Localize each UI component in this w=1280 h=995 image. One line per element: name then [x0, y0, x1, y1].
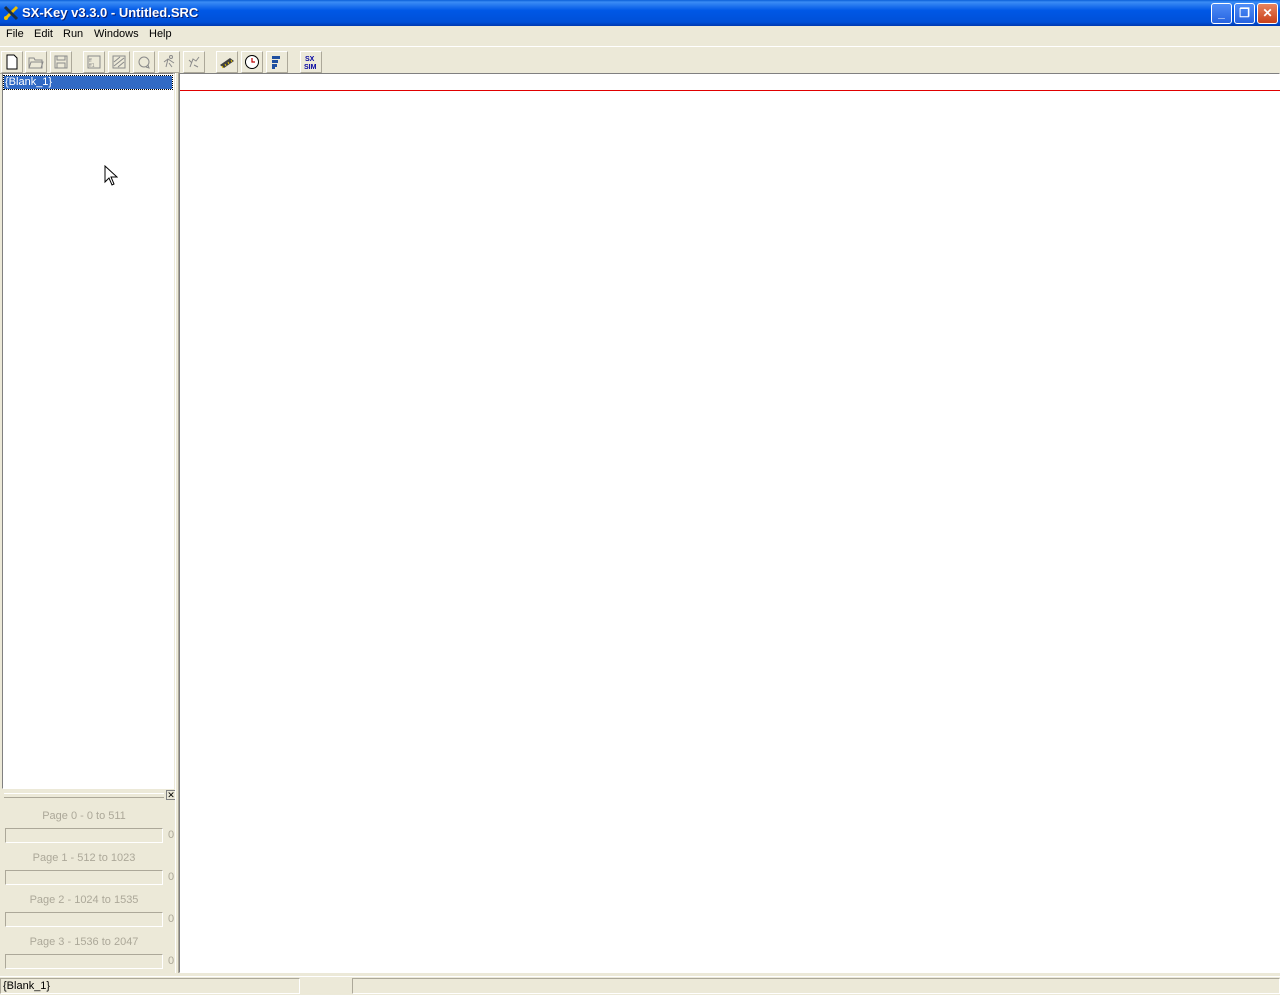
device-button[interactable] [216, 51, 238, 73]
page-1-label: Page 1 - 512 to 1023 [32, 852, 136, 864]
debug-button[interactable] [183, 51, 205, 73]
assemble-button[interactable]: ff ff1 [83, 51, 105, 73]
dock-grip[interactable] [4, 793, 164, 798]
run-button[interactable] [158, 51, 180, 73]
toolbar: ff ff1 SX SIM [0, 46, 1280, 74]
project-tree[interactable]: {Blank_1} [2, 73, 174, 789]
page-3-label: Page 3 - 1536 to 2047 [29, 936, 139, 948]
close-button[interactable]: ✕ [1257, 3, 1278, 24]
save-file-button[interactable] [50, 51, 72, 73]
debug-icon [188, 56, 200, 68]
svg-text:SIM: SIM [304, 64, 317, 70]
program-icon [112, 55, 126, 69]
memory-panel-header: ✕ [2, 790, 176, 802]
list-button[interactable] [266, 51, 288, 73]
svg-text:SX: SX [305, 56, 315, 63]
page-0-value: 0 [168, 829, 175, 841]
run-icon [163, 55, 175, 68]
page-2-label: Page 2 - 1024 to 1535 [29, 894, 139, 906]
menu-edit[interactable]: Edit [34, 28, 53, 40]
minimize-icon: _ [1218, 6, 1225, 20]
title-bar: SX-Key v3.3.0 - Untitled.SRC _ ❐ ✕ [0, 0, 1280, 26]
minimize-button[interactable]: _ [1211, 3, 1232, 24]
page-1-value: 0 [168, 871, 175, 883]
restore-icon: ❐ [1239, 6, 1250, 20]
status-file: {Blank_1} [0, 978, 300, 994]
sx-sim-icon: SXSIM [304, 56, 317, 70]
status-panel-3 [352, 978, 1280, 994]
new-file-button[interactable] [1, 51, 23, 73]
close-icon: ✕ [1262, 6, 1273, 20]
restore-button[interactable]: ❐ [1234, 3, 1255, 24]
save-disk-icon [54, 55, 68, 69]
page-0-label: Page 0 - 0 to 511 [42, 810, 126, 822]
new-document-icon [6, 54, 18, 70]
current-line-marker [180, 90, 1280, 91]
list-icon [272, 56, 280, 69]
clock-button[interactable] [241, 51, 263, 73]
program-button[interactable] [108, 51, 130, 73]
svg-text:ff1: ff1 [89, 63, 95, 69]
sx-key-tools-icon [3, 5, 19, 21]
menu-windows[interactable]: Windows [94, 28, 139, 40]
reset-button[interactable] [133, 51, 155, 73]
window-title: SX-Key v3.3.0 - Untitled.SRC [22, 5, 199, 20]
page-2-value: 0 [168, 913, 175, 925]
status-panel-2 [300, 978, 352, 994]
sx-sim-button[interactable]: SX SIM [300, 51, 322, 73]
mouse-cursor-icon [104, 165, 118, 186]
source-editor[interactable] [179, 73, 1280, 973]
page-3-usage-bar [5, 954, 163, 969]
open-folder-icon [28, 57, 44, 69]
tree-item-blank-1[interactable]: {Blank_1} [3, 75, 173, 90]
page-3-value: 0 [168, 955, 175, 967]
status-bar: {Blank_1} [0, 976, 1280, 995]
assemble-icon: ffff1 [87, 55, 101, 69]
menu-bar: File Edit Run Windows Help [0, 26, 1280, 44]
page-2-usage-bar [5, 912, 163, 927]
page-1-usage-bar [5, 870, 163, 885]
page-0-usage-bar [5, 828, 163, 843]
menu-help[interactable]: Help [149, 28, 172, 40]
menu-file[interactable]: File [6, 28, 24, 40]
chip-icon [220, 58, 234, 69]
reset-icon [138, 56, 150, 69]
clock-icon [245, 55, 259, 69]
close-icon: ✕ [167, 790, 175, 800]
open-file-button[interactable] [25, 51, 47, 73]
menu-run[interactable]: Run [63, 28, 83, 40]
